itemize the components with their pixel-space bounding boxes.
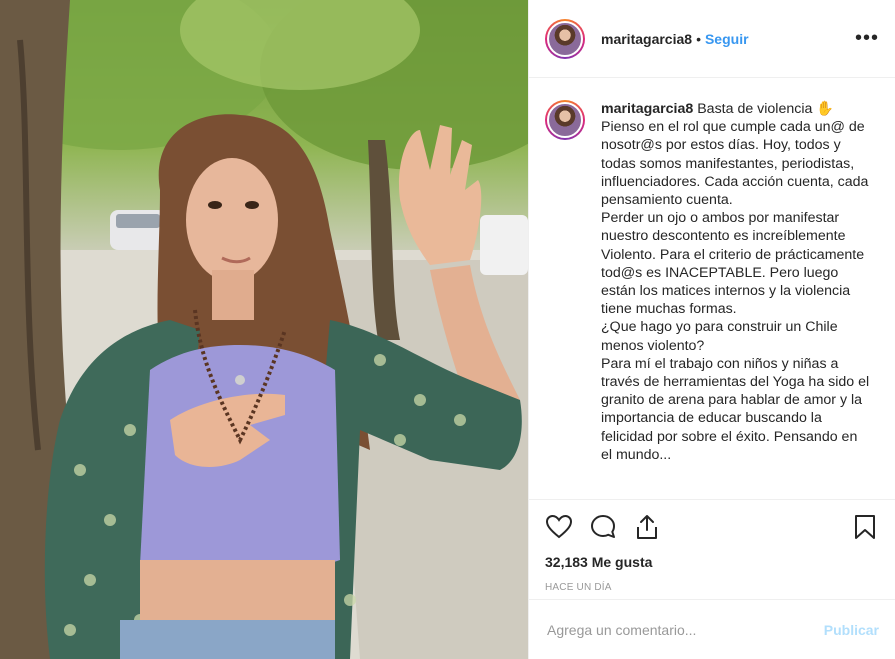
heart-icon[interactable]	[545, 513, 573, 541]
publish-button[interactable]: Publicar	[824, 622, 879, 638]
separator-dot: •	[696, 30, 701, 47]
post-side-panel: maritagarcia8 • Seguir ••• maritagarcia8…	[528, 0, 895, 659]
post-photo[interactable]	[0, 0, 528, 659]
avatar-image	[547, 20, 583, 57]
likes-count[interactable]: 32,183 Me gusta	[545, 554, 879, 570]
bookmark-icon[interactable]	[851, 513, 879, 541]
action-icons	[545, 512, 879, 542]
actions-area: 32,183 Me gusta HACE UN DÍA	[529, 499, 895, 599]
follow-button[interactable]: Seguir	[705, 31, 749, 47]
share-icon[interactable]	[633, 513, 661, 541]
caption-avatar[interactable]	[545, 100, 585, 140]
post-container: maritagarcia8 • Seguir ••• maritagarcia8…	[0, 0, 895, 659]
caption-body: Basta de violencia ✋ Pienso en el rol qu…	[601, 101, 870, 463]
comment-icon[interactable]	[589, 513, 617, 541]
comment-input[interactable]	[545, 620, 824, 639]
more-options-icon[interactable]: •••	[855, 27, 879, 50]
post-timestamp[interactable]: HACE UN DÍA	[545, 582, 879, 593]
header-username[interactable]: maritagarcia8	[601, 31, 692, 47]
caption-text: maritagarcia8 Basta de violencia ✋ Piens…	[601, 100, 871, 464]
avatar[interactable]	[545, 18, 585, 59]
post-header: maritagarcia8 • Seguir •••	[529, 0, 895, 78]
caption-username[interactable]: maritagarcia8	[601, 101, 693, 117]
photo-illustration	[0, 0, 528, 659]
caption-avatar-image	[547, 102, 583, 138]
add-comment-bar: Publicar	[529, 599, 895, 659]
caption-area[interactable]: maritagarcia8 Basta de violencia ✋ Piens…	[529, 78, 895, 499]
